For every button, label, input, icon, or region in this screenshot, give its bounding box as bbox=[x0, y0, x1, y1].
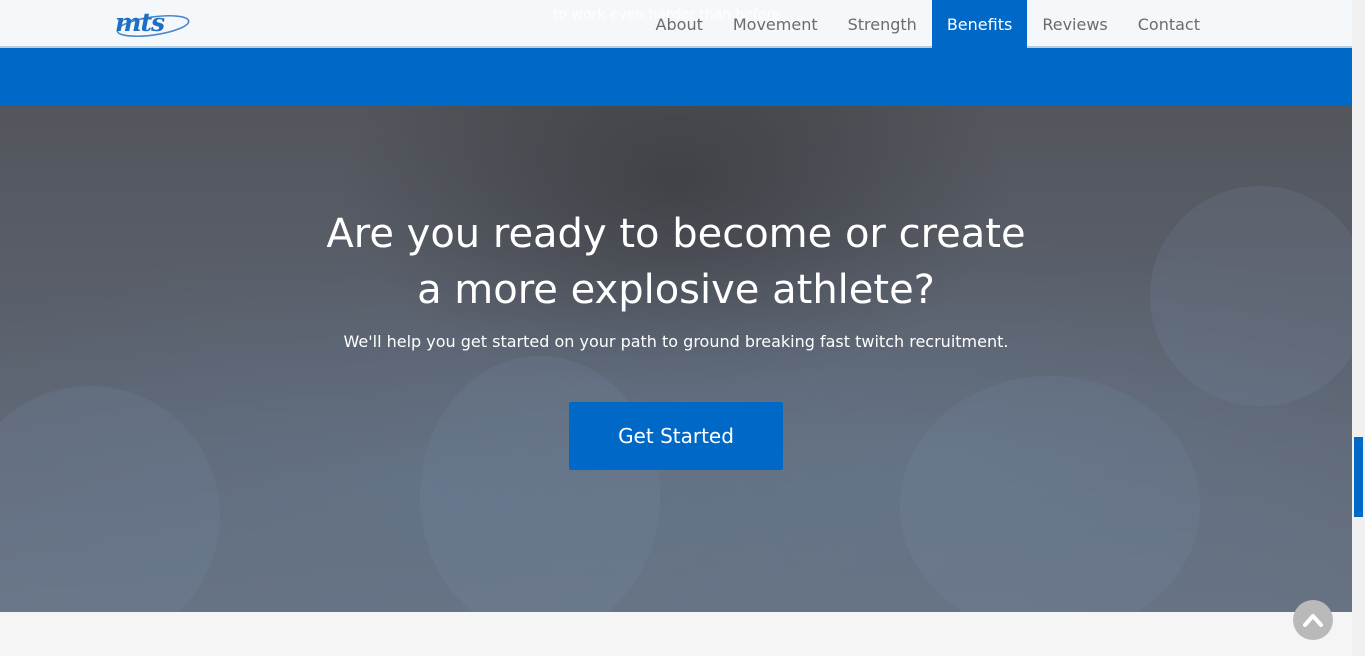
nav-item-about[interactable]: About bbox=[641, 0, 718, 48]
top-navbar: mts to work even harder than before. Abo… bbox=[0, 0, 1352, 48]
hero-subtitle: We'll help you get started on your path … bbox=[343, 332, 1009, 351]
hero-section: Are you ready to become or create a more… bbox=[0, 106, 1352, 612]
main-nav: About Movement Strength Benefits Reviews… bbox=[641, 0, 1215, 48]
scrollbar-thumb[interactable] bbox=[1354, 437, 1363, 517]
chevron-up-icon bbox=[1303, 614, 1323, 627]
blue-banner-strip bbox=[0, 48, 1352, 106]
hero-title-line-2: a more explosive athlete? bbox=[417, 267, 935, 313]
logo-text: mts bbox=[115, 8, 165, 37]
get-started-button[interactable]: Get Started bbox=[569, 402, 783, 470]
nav-item-benefits[interactable]: Benefits bbox=[931, 0, 1028, 48]
nav-item-reviews[interactable]: Reviews bbox=[1027, 0, 1122, 48]
next-section-strip bbox=[0, 612, 1352, 656]
nav-item-strength[interactable]: Strength bbox=[833, 0, 932, 48]
hero-title-line-1: Are you ready to become or create bbox=[326, 211, 1026, 257]
hero-image-overlay bbox=[0, 106, 1352, 612]
back-to-top-button[interactable] bbox=[1293, 600, 1333, 640]
mts-logo[interactable]: mts bbox=[113, 6, 193, 42]
nav-item-movement[interactable]: Movement bbox=[718, 0, 833, 48]
hero-title: Are you ready to become or create a more… bbox=[0, 206, 1352, 318]
page-scrollbar[interactable] bbox=[1352, 0, 1365, 656]
nav-item-contact[interactable]: Contact bbox=[1123, 0, 1215, 48]
